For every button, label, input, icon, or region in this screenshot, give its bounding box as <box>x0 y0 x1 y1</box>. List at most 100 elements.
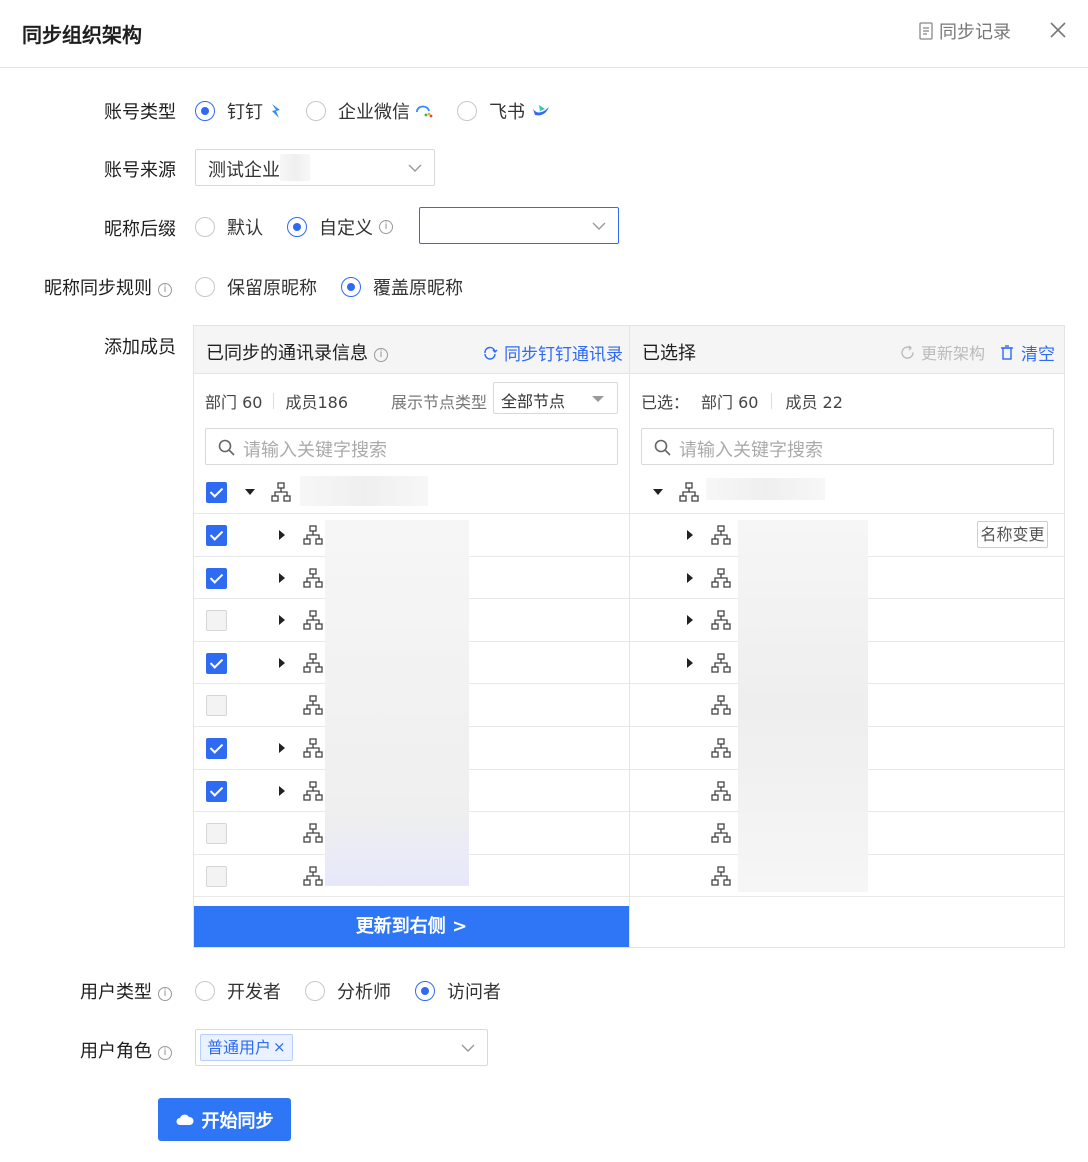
radio-default[interactable]: 默认 <box>195 214 263 240</box>
info-icon[interactable]: i <box>158 283 172 297</box>
close-icon[interactable] <box>1046 18 1070 42</box>
info-icon[interactable]: i <box>158 987 172 1001</box>
name-changed-badge: 名称变更 <box>977 521 1048 548</box>
panel-title: 已同步的通讯录信息 i <box>206 339 388 365</box>
org-tree-icon <box>711 738 731 762</box>
info-icon[interactable]: i <box>374 348 388 362</box>
org-tree-icon <box>711 525 731 549</box>
radio-dot[interactable] <box>457 101 477 121</box>
radio-wecom[interactable]: 企业微信 <box>306 98 434 124</box>
divider <box>194 896 629 898</box>
update-to-right-button[interactable]: 更新到右侧 > <box>194 906 629 947</box>
radio-label: 飞书 <box>489 102 525 123</box>
selected-prefix: 已选： <box>641 393 690 412</box>
node-type-select[interactable]: 全部节点 <box>493 382 618 414</box>
search-icon <box>218 439 235 456</box>
row-checkbox[interactable] <box>206 695 227 717</box>
org-tree-icon <box>303 695 323 719</box>
nickname-rule-label: 昵称同步规则 i <box>44 274 172 300</box>
clear-label: 清空 <box>1021 345 1055 365</box>
right-search-input[interactable]: 请输入关键字搜索 <box>641 428 1054 465</box>
nickname-suffix-radio-group: 默认 自定义 i <box>195 214 393 240</box>
account-type-radio-group: 钉钉 企业微信 飞书 <box>195 98 575 124</box>
expand-icon[interactable] <box>687 530 693 540</box>
expand-icon[interactable] <box>687 657 693 668</box>
row-checkbox[interactable] <box>206 525 227 546</box>
redacted-text <box>280 154 310 181</box>
radio-developer[interactable]: 开发者 <box>195 978 281 1004</box>
redacted-names <box>738 520 868 892</box>
expand-icon[interactable] <box>279 657 285 668</box>
org-tree-icon <box>303 780 323 805</box>
radio-analyst[interactable]: 分析师 <box>305 978 391 1004</box>
trash-icon <box>1001 345 1013 360</box>
radio-dot[interactable] <box>195 101 215 121</box>
document-icon <box>919 22 933 40</box>
expand-icon[interactable] <box>279 743 285 753</box>
checkbox-root[interactable] <box>206 482 227 503</box>
sync-history-label: 同步记录 <box>939 22 1011 43</box>
radio-keep-nickname[interactable]: 保留原昵称 <box>195 274 317 300</box>
wecom-logo-icon <box>416 105 433 118</box>
radio-label: 访问者 <box>447 982 501 1003</box>
cloud-icon <box>176 1114 194 1125</box>
org-tree-icon <box>711 695 731 719</box>
expand-icon[interactable] <box>279 785 285 796</box>
row-checkbox[interactable] <box>206 652 227 674</box>
radio-dot[interactable] <box>306 101 326 121</box>
org-tree-icon <box>679 482 699 502</box>
org-tree-icon <box>271 482 291 502</box>
radio-feishu[interactable]: 飞书 <box>457 98 551 124</box>
nickname-suffix-select[interactable] <box>419 207 619 244</box>
expand-icon[interactable] <box>687 615 693 626</box>
radio-label: 默认 <box>227 218 263 239</box>
org-tree-icon <box>303 610 323 634</box>
sync-dingtalk-link[interactable]: 同步钉钉通讯录 <box>482 340 623 365</box>
expand-icon[interactable] <box>279 572 285 583</box>
account-source-select[interactable]: 测试企业 <box>195 149 435 186</box>
collapse-icon[interactable] <box>245 489 255 495</box>
org-tree-icon <box>711 866 731 890</box>
node-type-value: 全部节点 <box>501 392 566 411</box>
radio-dot[interactable] <box>415 981 435 1001</box>
row-checkbox[interactable] <box>206 738 227 759</box>
tag-remove-icon[interactable]: × <box>273 1035 286 1060</box>
radio-overwrite-nickname[interactable]: 覆盖原昵称 <box>341 274 463 300</box>
user-type-label: 用户类型 i <box>80 978 172 1004</box>
expand-icon[interactable] <box>687 572 693 583</box>
radio-custom[interactable]: 自定义 i <box>287 214 393 240</box>
sync-history-link[interactable]: 同步记录 <box>918 18 1011 44</box>
radio-dot[interactable] <box>341 277 361 297</box>
radio-visitor[interactable]: 访问者 <box>415 978 501 1004</box>
row-checkbox[interactable] <box>206 567 227 589</box>
feishu-logo-icon <box>533 105 549 116</box>
panel-title: 已选择 <box>642 343 696 364</box>
redacted-names <box>325 520 469 886</box>
left-stats: 部门 60 成员186 <box>205 389 348 413</box>
left-search-input[interactable]: 请输入关键字搜索 <box>205 428 618 465</box>
row-checkbox[interactable] <box>206 610 227 632</box>
user-type-radio-group: 开发者 分析师 访问者 <box>195 978 525 1004</box>
right-stats: 已选： 部门 60 成员 22 <box>641 389 843 413</box>
row-checkbox[interactable] <box>206 865 227 887</box>
start-sync-button[interactable]: 开始同步 <box>158 1098 291 1141</box>
refresh-icon <box>901 345 914 359</box>
info-icon[interactable]: i <box>379 220 393 234</box>
radio-dingtalk[interactable]: 钉钉 <box>195 98 283 124</box>
radio-dot[interactable] <box>305 981 325 1001</box>
sync-dingtalk-label: 同步钉钉通讯录 <box>504 345 623 365</box>
radio-dot[interactable] <box>195 277 215 297</box>
expand-icon[interactable] <box>279 615 285 626</box>
clear-button[interactable]: 清空 <box>1000 340 1055 365</box>
row-checkbox[interactable] <box>206 780 227 802</box>
divider <box>630 896 1064 898</box>
divider <box>273 393 275 409</box>
radio-dot[interactable] <box>195 217 215 237</box>
radio-dot[interactable] <box>287 217 307 237</box>
row-checkbox[interactable] <box>206 823 227 845</box>
expand-icon[interactable] <box>279 530 285 540</box>
collapse-icon[interactable] <box>653 489 663 495</box>
refresh-structure-button[interactable]: 更新架构 <box>900 340 985 364</box>
radio-dot[interactable] <box>195 981 215 1001</box>
info-icon[interactable]: i <box>158 1046 172 1060</box>
